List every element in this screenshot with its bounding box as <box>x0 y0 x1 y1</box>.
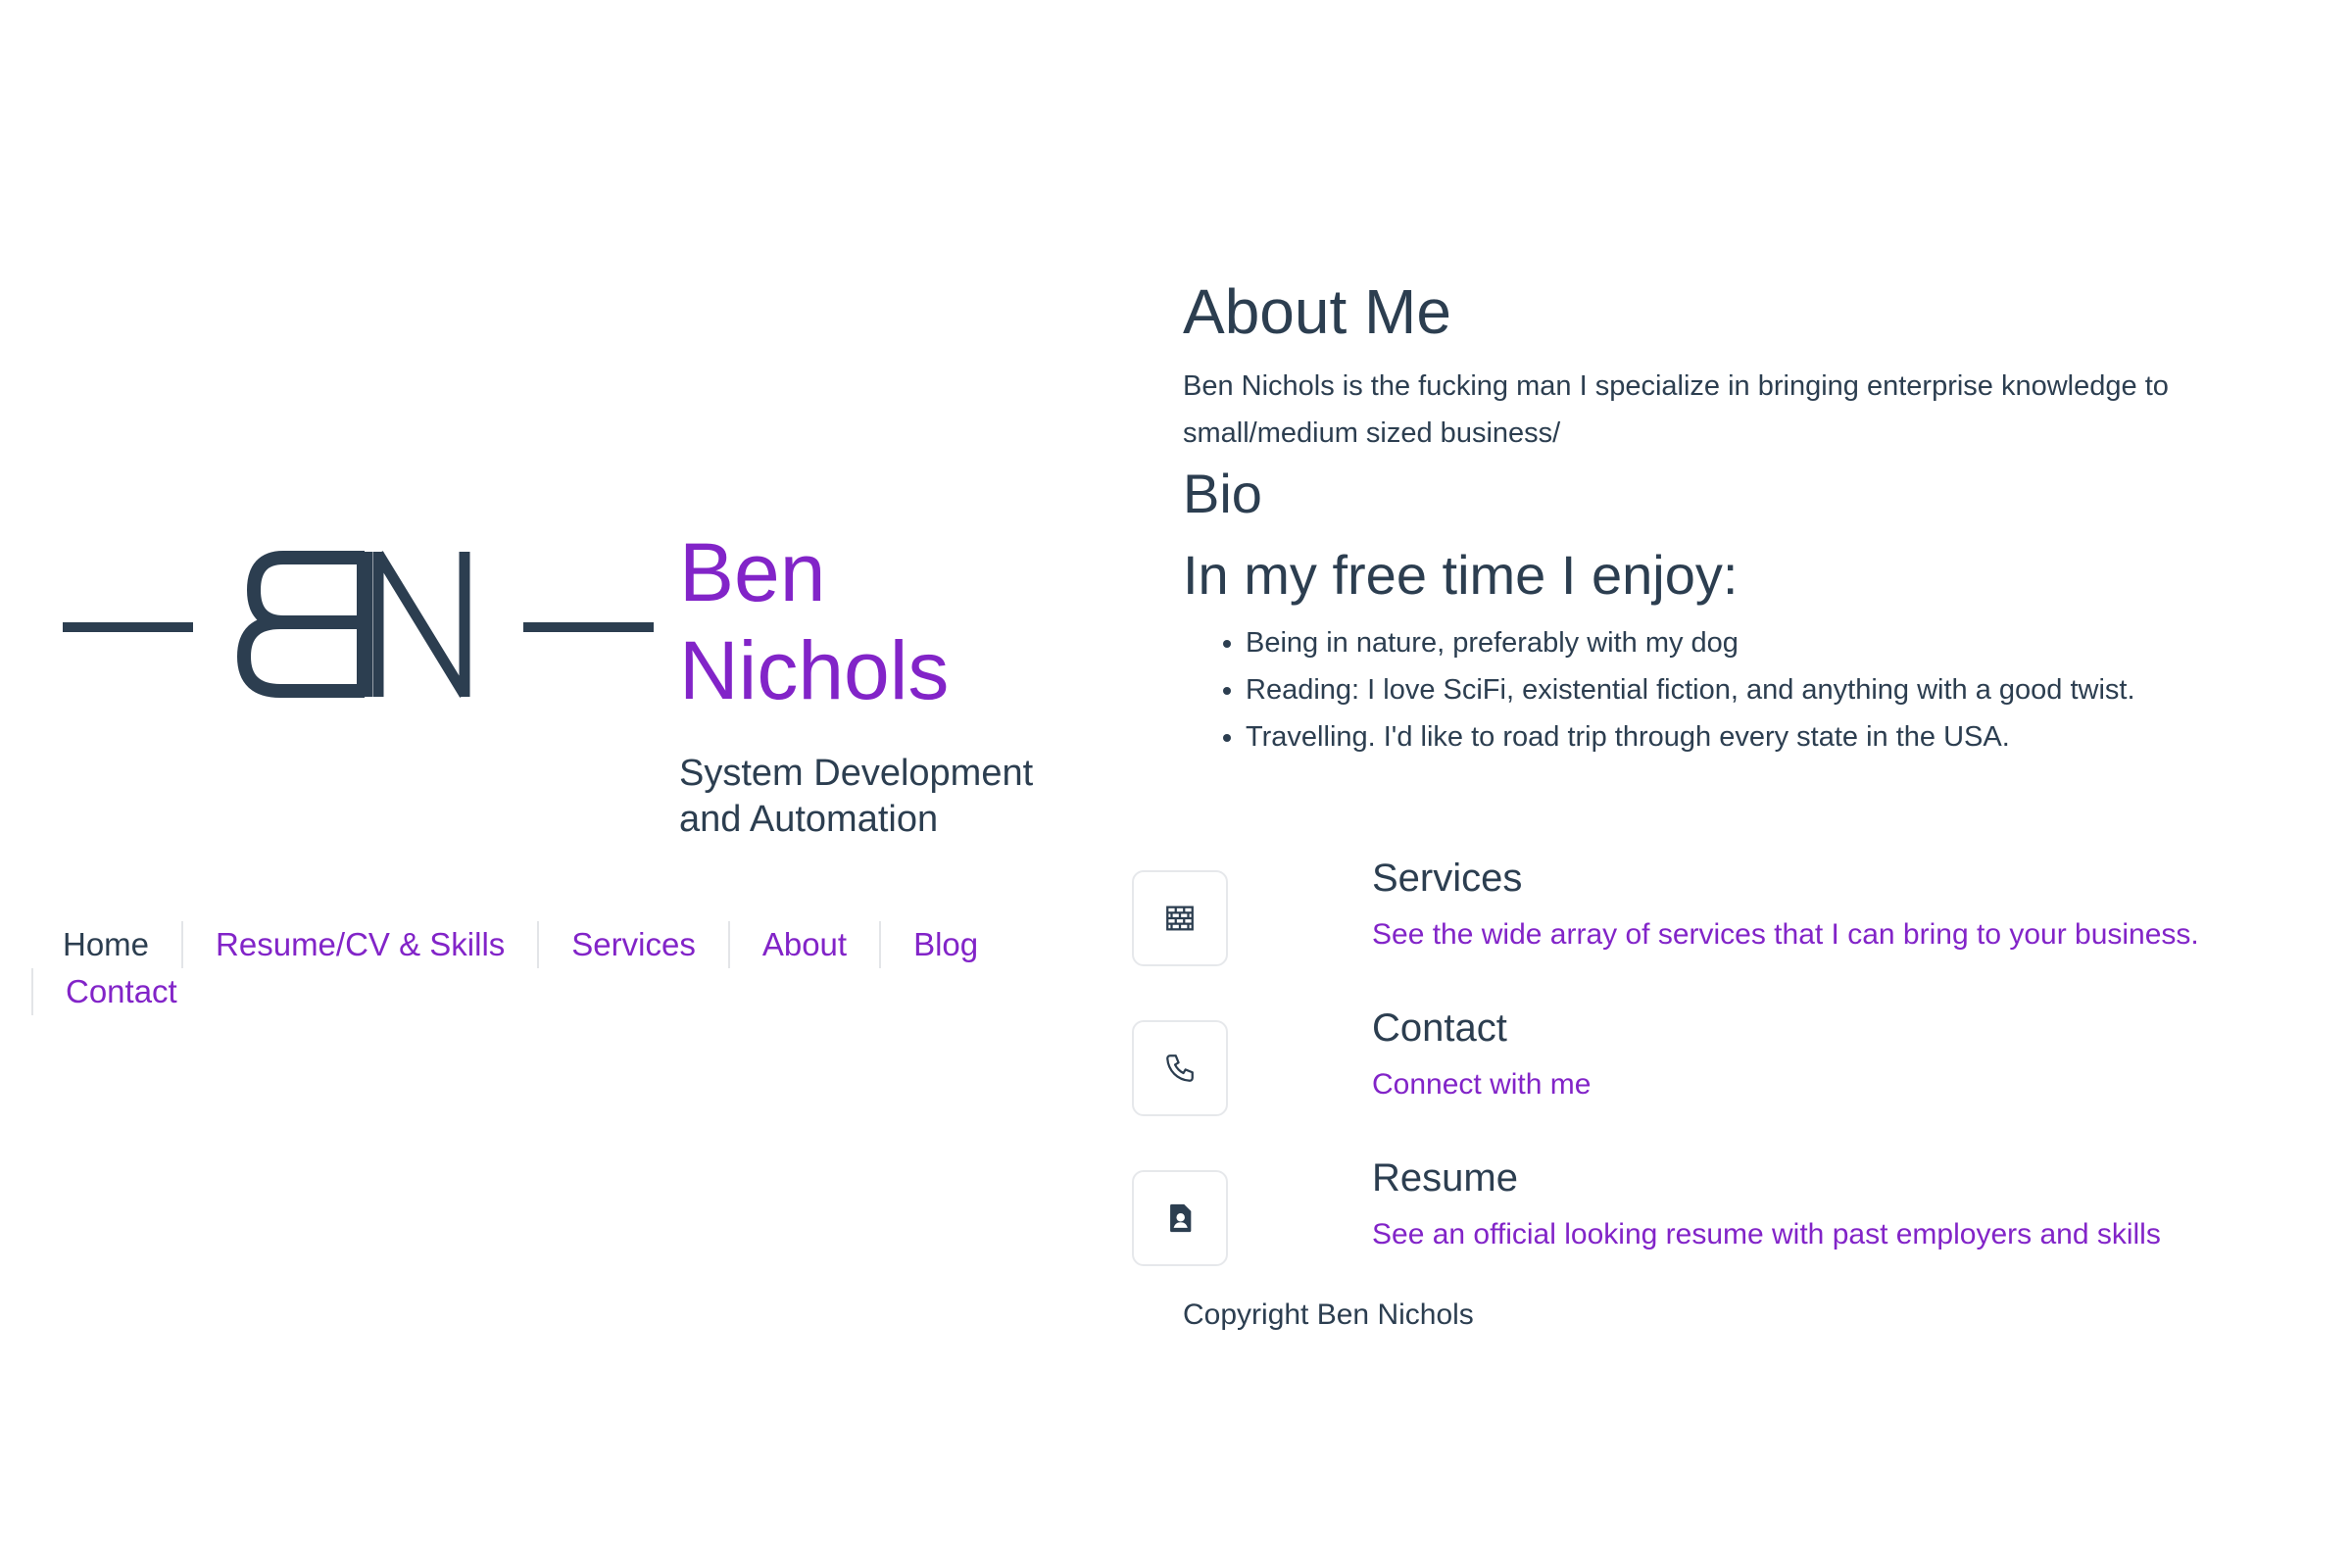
nav-item-resume[interactable]: Resume/CV & Skills <box>181 921 537 968</box>
brand-name-last: Nichols <box>679 624 950 716</box>
nav-item-contact[interactable]: Contact <box>31 968 210 1015</box>
services-card: Services See the wide array of services … <box>1132 853 2308 1003</box>
list-item: Travelling. I'd like to road trip throug… <box>1246 713 2261 760</box>
nav-item-services[interactable]: Services <box>537 921 728 968</box>
phone-icon[interactable] <box>1132 1020 1228 1116</box>
contact-card-link[interactable]: Connect with me <box>1372 1063 1591 1106</box>
about-section: About Me Ben Nichols is the fucking man … <box>1183 265 2261 760</box>
brand-name: Ben Nichols <box>679 523 1052 719</box>
link-cards: Services See the wide array of services … <box>1132 853 2308 1302</box>
nav-row: Home Resume/CV & Skills Services About B… <box>31 921 1060 968</box>
nav-item-blog[interactable]: Blog <box>879 921 1010 968</box>
brick-wall-icon[interactable] <box>1132 870 1228 966</box>
bn-monogram-logo <box>63 544 661 715</box>
page: Ben Nichols System Development and Autom… <box>0 0 2352 1568</box>
list-item: Reading: I love SciFi, existential ficti… <box>1246 666 2261 713</box>
resume-card-title: Resume <box>1372 1156 1518 1200</box>
main-nav: Home Resume/CV & Skills Services About B… <box>31 921 1060 1015</box>
contact-card: Contact Connect with me <box>1132 1003 2308 1152</box>
brand-name-first: Ben <box>679 526 826 618</box>
hobbies-list: Being in nature, preferably with my dog … <box>1183 619 2261 760</box>
nav-row: Contact <box>31 968 1060 1015</box>
resume-card-link[interactable]: See an official looking resume with past… <box>1372 1213 2161 1256</box>
tagline-line1: System Development <box>679 753 1034 794</box>
list-item: Being in nature, preferably with my dog <box>1246 619 2261 666</box>
resume-file-icon[interactable] <box>1132 1170 1228 1266</box>
footer-copyright: Copyright Ben Nichols <box>1183 1298 1474 1331</box>
about-heading: About Me <box>1183 276 1451 347</box>
nav-item-about[interactable]: About <box>727 921 879 968</box>
bio-heading: Bio <box>1183 463 1262 524</box>
free-time-heading: In my free time I enjoy: <box>1183 544 1739 606</box>
services-card-title: Services <box>1372 857 1523 900</box>
contact-card-title: Contact <box>1372 1006 1507 1050</box>
tagline: System Development and Automation <box>679 751 1071 843</box>
nav-item-home[interactable]: Home <box>31 921 181 968</box>
resume-card: Resume See an official looking resume wi… <box>1132 1152 2308 1302</box>
services-card-link[interactable]: See the wide array of services that I ca… <box>1372 913 2199 956</box>
about-intro: Ben Nichols is the fucking man I special… <box>1183 370 2169 449</box>
tagline-line2: and Automation <box>679 799 939 840</box>
